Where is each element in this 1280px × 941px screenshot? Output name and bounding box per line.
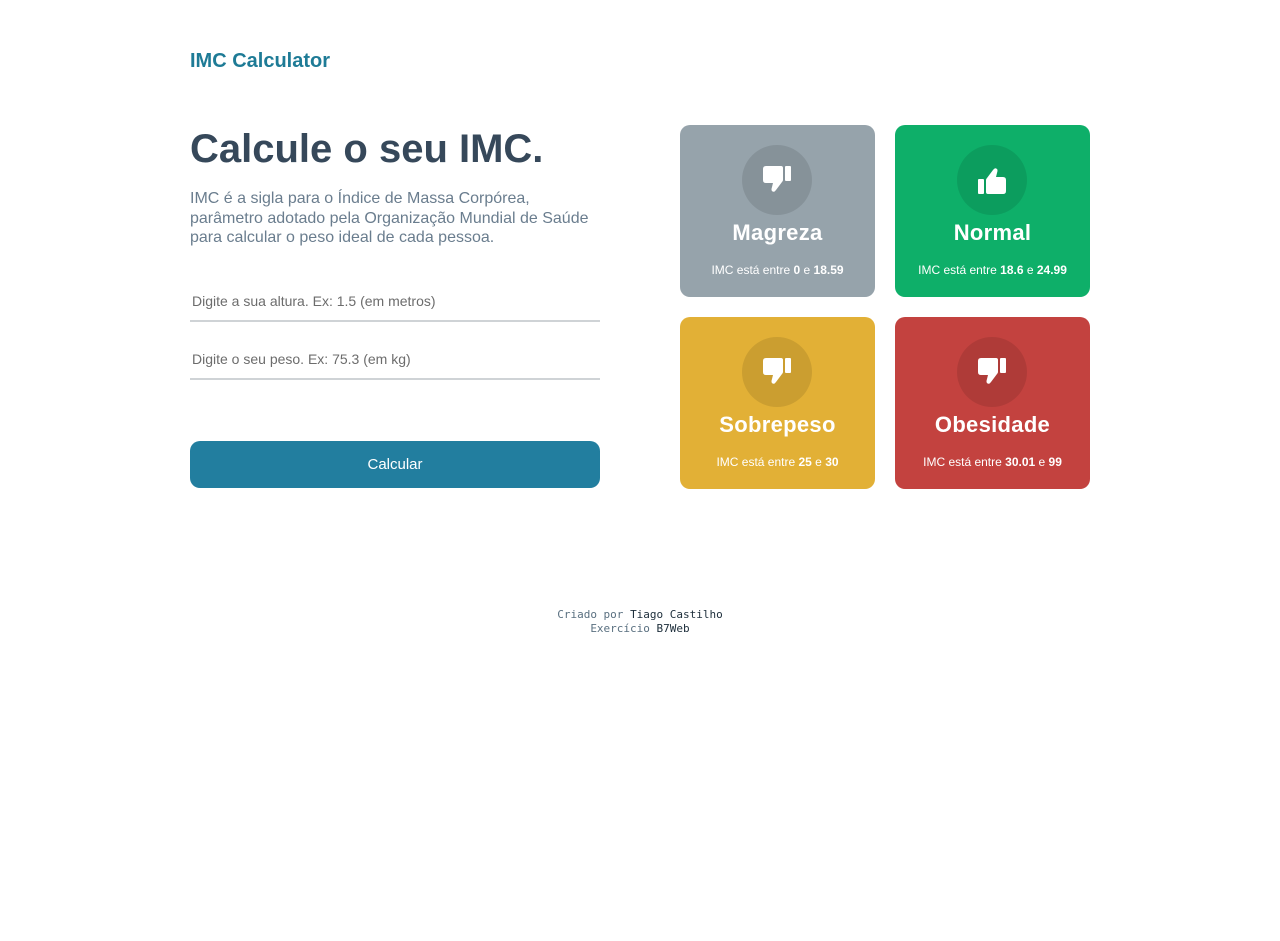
thumbs-down-icon [742,337,812,407]
card-range: IMC está entre 30.01 e 99 [923,455,1062,469]
footer-exercise: Exercício B7Web [590,622,690,635]
card-sobrepeso: Sobrepeso IMC está entre 25 e 30 [680,317,875,489]
range-max: 30 [825,455,839,469]
card-range: IMC está entre 0 e 18.59 [711,263,844,277]
thumbs-up-icon [957,145,1027,215]
card-range: IMC está entre 18.6 e 24.99 [918,263,1067,277]
card-title: Normal [953,220,1032,245]
card-range: IMC está entre 25 e 30 [716,455,839,469]
school-name: B7Web [656,622,690,635]
calculator-form: Calcule o seu IMC. IMC é a sigla para o … [190,125,600,488]
page-title: Calcule o seu IMC. [190,127,544,171]
page-description: IMC é a sigla para o Índice de Massa Cor… [190,190,589,246]
calculate-button[interactable]: Calcular [190,441,600,488]
footer: Criado por Tiago Castilho Exercício B7We… [0,608,1280,636]
range-min: 25 [798,455,812,469]
author-name: Tiago Castilho [630,608,723,621]
range-min: 30.01 [1005,455,1036,469]
card-title: Magreza [732,220,823,245]
thumbs-down-icon [957,337,1027,407]
range-min: 18.6 [1000,263,1024,277]
thumbs-down-icon [742,145,812,215]
range-max: 24.99 [1036,263,1067,277]
height-input[interactable] [190,282,600,322]
card-normal: Normal IMC está entre 18.6 e 24.99 [895,125,1090,297]
card-obesidade: Obesidade IMC está entre 30.01 e 99 [895,317,1090,489]
card-magreza: Magreza IMC está entre 0 e 18.59 [680,125,875,297]
range-max: 99 [1048,455,1062,469]
card-title: Obesidade [934,412,1051,437]
footer-credit: Criado por Tiago Castilho [557,608,723,621]
range-max: 18.59 [813,263,844,277]
card-title: Sobrepeso [719,412,836,437]
weight-input[interactable] [190,340,600,380]
imc-categories-grid: Magreza IMC está entre 0 e 18.59 Normal … [680,125,1090,489]
app-logo: IMC Calculator [190,50,331,72]
